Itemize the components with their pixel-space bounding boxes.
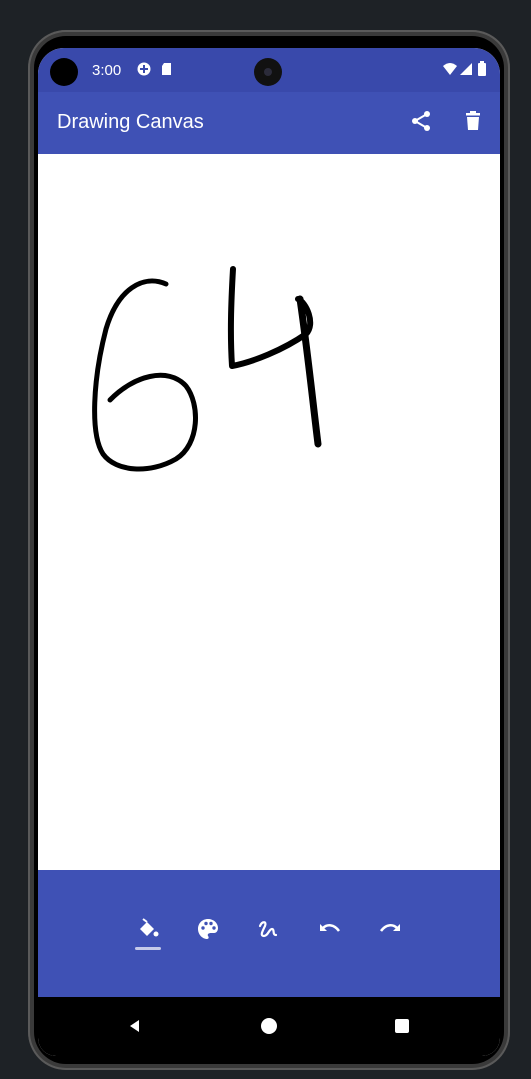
delete-button[interactable] xyxy=(456,106,490,140)
status-bar: 3:00 xyxy=(38,48,500,92)
back-button[interactable] xyxy=(118,1011,152,1045)
delete-icon xyxy=(461,109,485,138)
share-button[interactable] xyxy=(404,106,438,140)
palette-button[interactable] xyxy=(191,914,225,948)
sd-card-icon xyxy=(159,61,175,77)
home-button[interactable] xyxy=(252,1011,286,1045)
cell-signal-icon xyxy=(459,61,475,77)
redo-button[interactable] xyxy=(373,914,407,948)
redo-icon xyxy=(378,918,402,945)
phone-screen: 3:00 Drawing Canvas xyxy=(38,48,500,1056)
status-time: 3:00 xyxy=(92,62,122,79)
brush-stroke-button[interactable] xyxy=(251,914,285,948)
recents-button[interactable] xyxy=(385,1011,419,1045)
fill-bucket-icon xyxy=(137,917,159,945)
brush-stroke-icon xyxy=(257,918,279,945)
palette-icon xyxy=(197,918,219,945)
drawing-canvas[interactable] xyxy=(38,154,500,870)
undo-button[interactable] xyxy=(313,914,347,948)
undo-icon xyxy=(318,918,342,945)
drawing-strokes xyxy=(92,266,322,472)
front-camera xyxy=(50,58,78,86)
recents-icon xyxy=(394,1018,410,1039)
app-title: Drawing Canvas xyxy=(57,111,204,133)
share-icon xyxy=(409,109,433,138)
system-nav-bar xyxy=(38,997,500,1056)
battery-icon xyxy=(477,61,487,77)
wifi-icon xyxy=(442,61,458,77)
fill-bucket-button[interactable] xyxy=(131,914,165,950)
camera-punch-hole xyxy=(254,58,282,86)
back-icon xyxy=(127,1018,143,1039)
stroke-digit-four-left xyxy=(227,266,314,369)
data-saver-icon xyxy=(136,61,152,77)
app-bar: Drawing Canvas xyxy=(38,92,500,154)
home-icon xyxy=(260,1017,278,1040)
stroke-digit-six xyxy=(92,278,198,472)
tools-toolbar xyxy=(38,870,500,997)
